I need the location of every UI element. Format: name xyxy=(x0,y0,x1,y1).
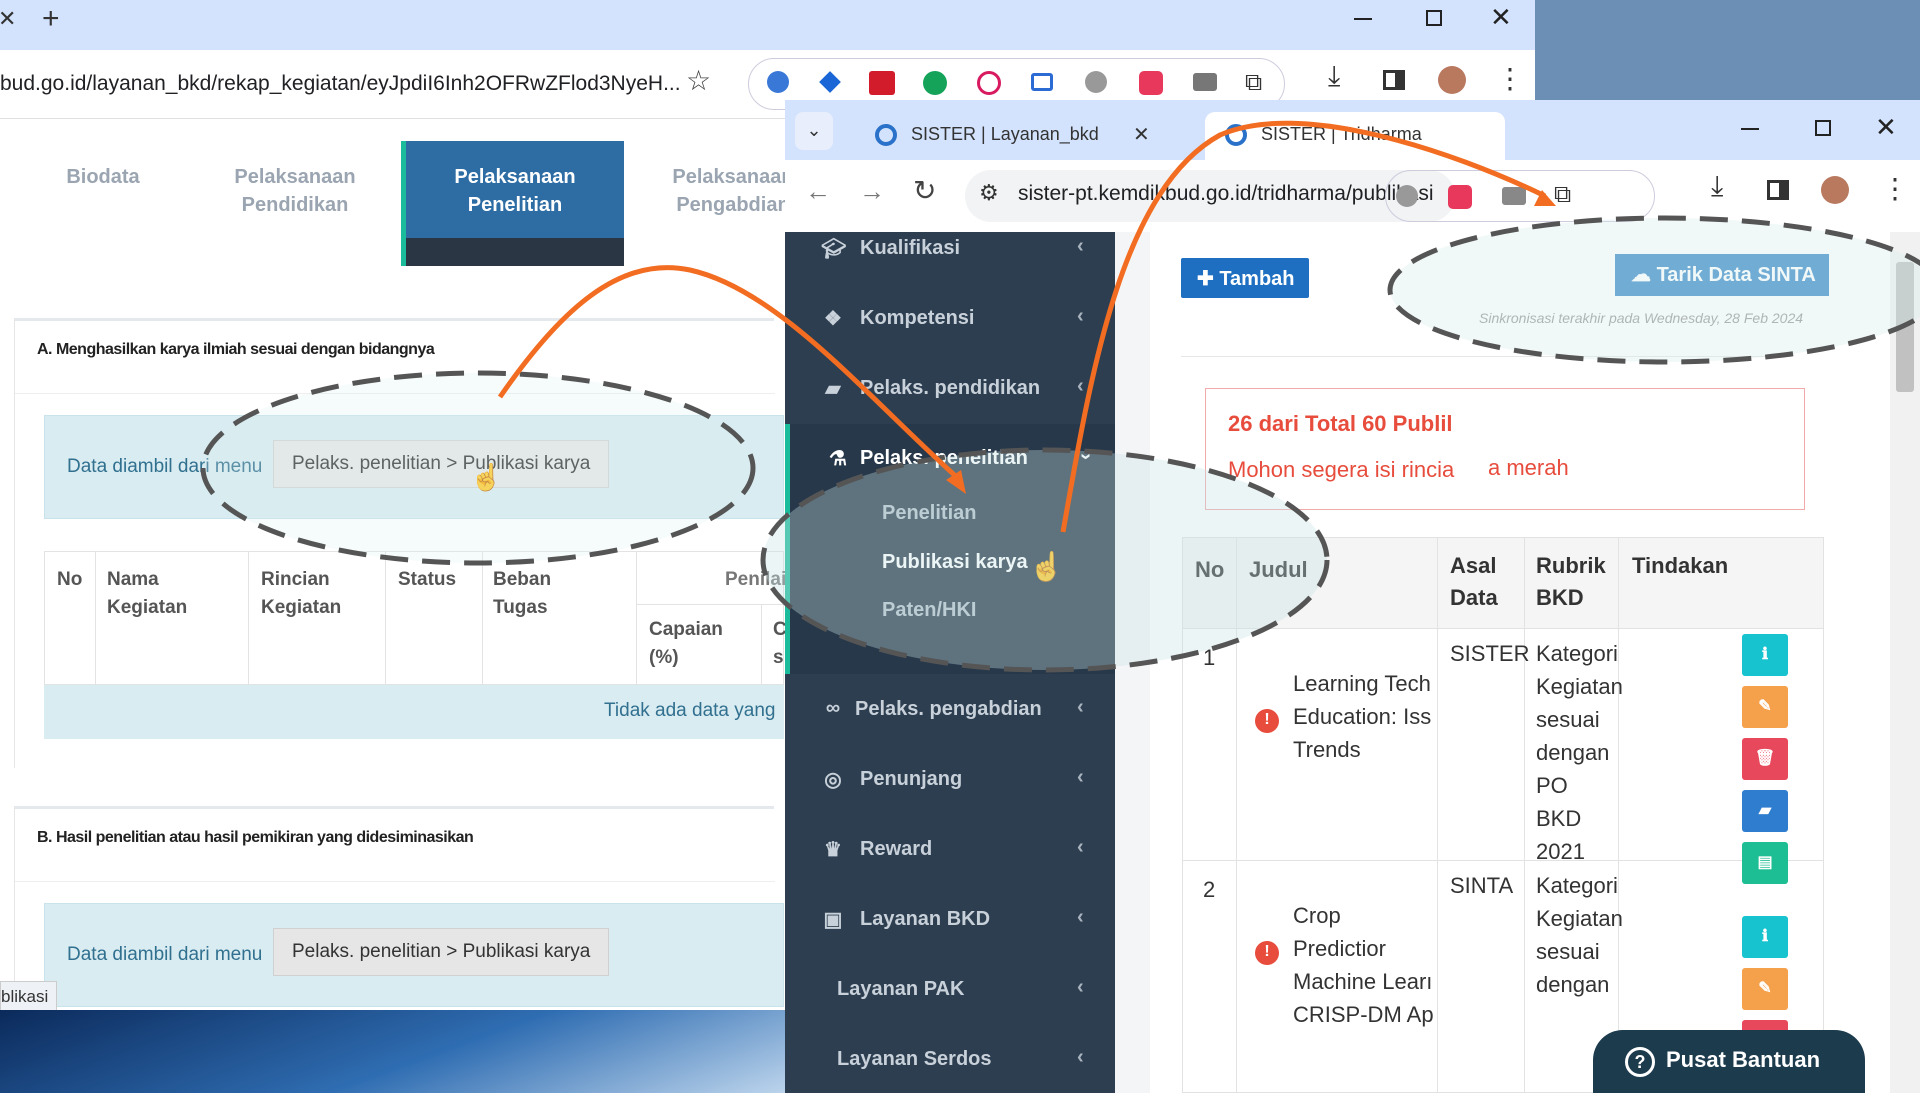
highlight-ellipse-menu-path xyxy=(200,370,756,566)
highlight-ellipse-sync-button xyxy=(1387,215,1920,365)
annotation-overlay xyxy=(200,120,1920,673)
highlight-ellipse-submenu xyxy=(760,447,1330,673)
